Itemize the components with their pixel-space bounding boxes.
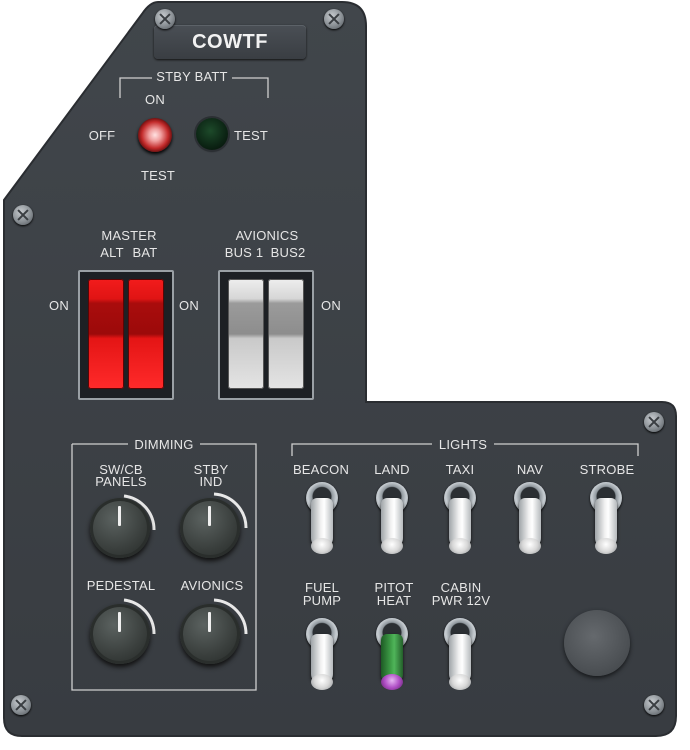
screw-icon [11, 695, 31, 715]
stby-batt-off-label: OFF [88, 128, 116, 143]
screw-icon [644, 695, 664, 715]
master-alt-label: ALT [100, 245, 124, 260]
pitot-heat-label-2: HEAT [376, 593, 412, 608]
avionics-bus2-rocker[interactable] [268, 279, 304, 389]
dimming-knob-swcb-label-2: PANELS [95, 474, 147, 489]
nav-label: NAV [516, 462, 544, 477]
stby-batt-label: STBY BATT [156, 69, 228, 84]
taxi-label: TAXI [445, 462, 475, 477]
strobe-toggle-switch[interactable] [586, 482, 626, 562]
master-on-right-label: ON [179, 298, 199, 313]
stby-batt-on-label: ON [145, 92, 165, 107]
taxi-toggle-switch[interactable] [440, 482, 480, 562]
dimming-knob-avionics-label: AVIONICS [180, 578, 244, 593]
dimming-label: DIMMING [134, 437, 194, 452]
beacon-toggle-switch[interactable] [302, 482, 342, 562]
stby-batt-switch-button[interactable] [138, 118, 172, 152]
nav-toggle-switch[interactable] [510, 482, 550, 562]
land-toggle-switch[interactable] [372, 482, 412, 562]
avionics-bus1-label: BUS 1 [224, 245, 264, 260]
land-label: LAND [374, 462, 410, 477]
dimming-knob-stby-label-2: IND [199, 474, 223, 489]
avionics-switch-frame [218, 270, 314, 400]
master-alt-rocker[interactable] [88, 279, 124, 389]
fuel-pump-toggle-switch[interactable] [302, 618, 342, 698]
screw-icon [13, 205, 33, 225]
stby-batt-test-lamp [196, 118, 228, 150]
stby-batt-test-label: TEST [140, 168, 176, 183]
master-bat-label: BAT [132, 245, 158, 260]
avionics-on-right-label: ON [321, 298, 341, 313]
master-switch-frame [78, 270, 174, 400]
pitot-heat-toggle-switch[interactable] [372, 618, 412, 698]
avionics-bus1-rocker[interactable] [228, 279, 264, 389]
screw-icon [324, 9, 344, 29]
master-title: MASTER [101, 228, 157, 243]
round-push-button[interactable] [564, 610, 630, 676]
avionics-bus2-label: BUS2 [270, 245, 306, 260]
swcb-panels-dimmer-knob[interactable] [90, 498, 150, 558]
cabin-pwr-label-2: PWR 12V [431, 593, 491, 608]
strobe-label: STROBE [579, 462, 635, 477]
avionics-bus-title: AVIONICS [235, 228, 299, 243]
pedestal-dimmer-knob[interactable] [90, 604, 150, 664]
dimming-knob-pedestal-label: PEDESTAL [86, 578, 156, 593]
avionics-dimmer-knob[interactable] [180, 604, 240, 664]
screw-icon [644, 412, 664, 432]
fuel-pump-label-2: PUMP [302, 593, 342, 608]
screw-icon [155, 9, 175, 29]
master-on-left-label: ON [49, 298, 69, 313]
stby-batt-test-lamp-label: TEST [234, 128, 269, 143]
beacon-label: BEACON [292, 462, 350, 477]
lights-label: LIGHTS [438, 437, 488, 452]
cabin-pwr-toggle-switch[interactable] [440, 618, 480, 698]
stby-ind-dimmer-knob[interactable] [180, 498, 240, 558]
panel-title-plate: COWTF [154, 25, 306, 59]
master-bat-rocker[interactable] [128, 279, 164, 389]
